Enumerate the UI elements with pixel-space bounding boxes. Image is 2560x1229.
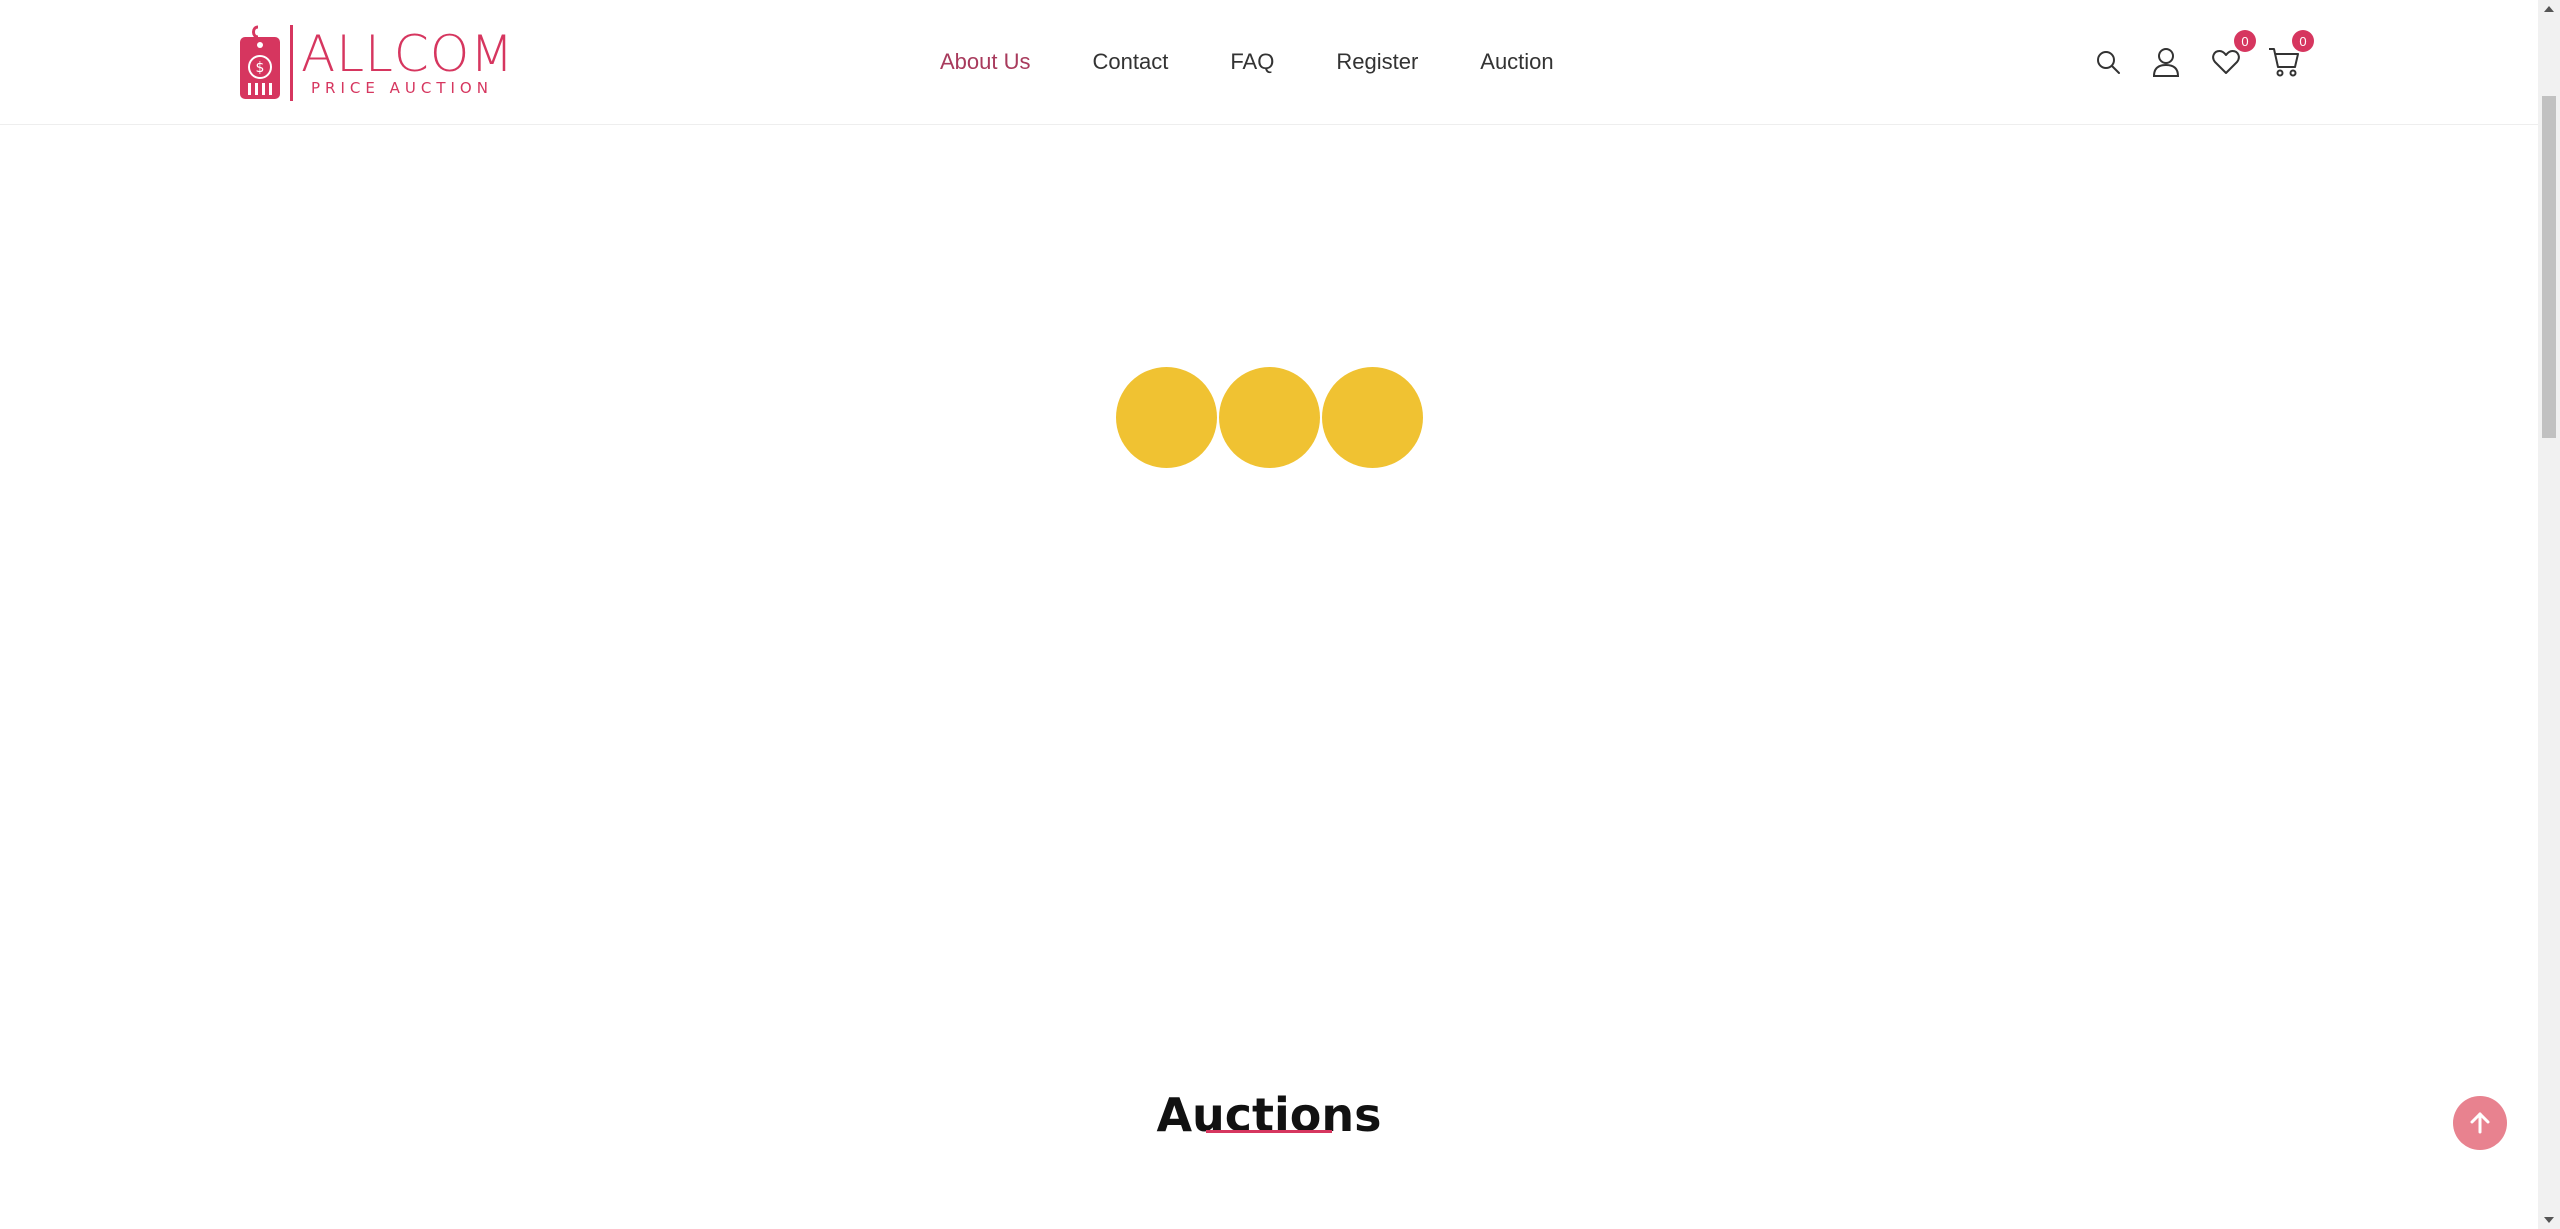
auctions-heading: Auctions bbox=[1156, 1088, 1382, 1143]
account-button[interactable] bbox=[2148, 44, 2184, 80]
scroll-down-arrow-icon[interactable] bbox=[2544, 1217, 2554, 1223]
wishlist-button[interactable]: 0 bbox=[2208, 30, 2256, 80]
logo-text: ALLCOM PRICE AUCTION bbox=[301, 29, 514, 97]
main-nav: About Us Contact FAQ Register Auction bbox=[940, 0, 1616, 124]
loading-indicator bbox=[1116, 367, 1425, 468]
loader-dot bbox=[1322, 367, 1423, 468]
brand-tagline: PRICE AUCTION bbox=[311, 79, 493, 97]
vertical-scrollbar[interactable] bbox=[2538, 0, 2560, 1229]
search-button[interactable] bbox=[2090, 44, 2126, 80]
wishlist-count-badge: 0 bbox=[2234, 30, 2256, 52]
arrow-up-icon bbox=[2470, 1112, 2490, 1134]
nav-auction[interactable]: Auction bbox=[1480, 49, 1553, 75]
site-header: $ ALLCOM PRICE AUCTION About Us Contact … bbox=[0, 0, 2538, 125]
scroll-to-top-button[interactable] bbox=[2453, 1096, 2507, 1150]
user-icon bbox=[2152, 48, 2180, 77]
scrollbar-thumb[interactable] bbox=[2542, 96, 2556, 438]
cart-icon bbox=[2269, 48, 2299, 77]
nav-register[interactable]: Register bbox=[1336, 49, 1418, 75]
svg-text:$: $ bbox=[256, 60, 265, 76]
cart-button[interactable]: 0 bbox=[2266, 30, 2314, 80]
nav-contact[interactable]: Contact bbox=[1093, 49, 1169, 75]
page: $ ALLCOM PRICE AUCTION About Us Contact … bbox=[0, 0, 2560, 1229]
loader-dot bbox=[1219, 367, 1320, 468]
loader-dot bbox=[1116, 367, 1217, 468]
cart-count-badge: 0 bbox=[2292, 30, 2314, 52]
nav-about-us[interactable]: About Us bbox=[940, 49, 1031, 75]
logo-divider bbox=[290, 25, 293, 101]
price-tag-logo-icon: $ bbox=[240, 25, 280, 99]
brand-name: ALLCOM bbox=[301, 25, 515, 83]
search-icon bbox=[2097, 51, 2120, 74]
heart-icon bbox=[2212, 50, 2240, 74]
brand-logo[interactable]: $ ALLCOM PRICE AUCTION bbox=[238, 24, 514, 102]
scroll-up-arrow-icon[interactable] bbox=[2544, 6, 2554, 12]
nav-faq[interactable]: FAQ bbox=[1230, 49, 1274, 75]
header-icons: 0 0 bbox=[2090, 0, 2322, 124]
heading-underline bbox=[1206, 1130, 1332, 1133]
